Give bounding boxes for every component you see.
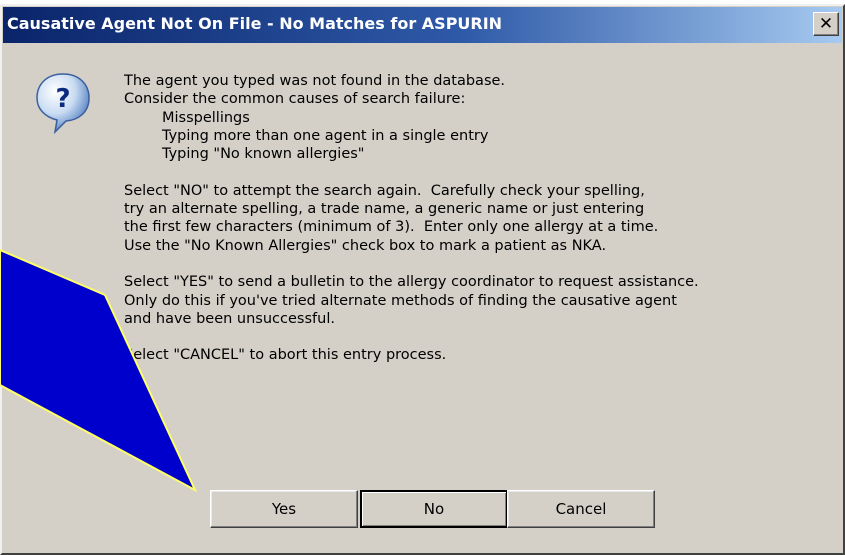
cause-item: Misspellings: [162, 109, 250, 126]
cancel-button[interactable]: Cancel: [507, 490, 655, 528]
yes-instruction-line: and have been unsuccessful.: [124, 310, 335, 327]
no-instruction-line: Use the "No Known Allergies" check box t…: [124, 237, 607, 254]
close-button[interactable]: ✕: [813, 12, 839, 36]
yes-button[interactable]: Yes: [210, 490, 358, 528]
yes-instruction-line: Only do this if you've tried alternate m…: [124, 292, 677, 309]
message-line: Consider the common causes of search fai…: [124, 91, 466, 108]
no-instruction-line: try an alternate spelling, a trade name,…: [124, 201, 645, 218]
close-icon: ✕: [818, 13, 834, 34]
dialog-message: The agent you typed was not found in the…: [124, 72, 839, 365]
message-line: The agent you typed was not found in the…: [124, 73, 506, 89]
question-icon: ?: [36, 73, 90, 134]
cause-item: Typing "No known allergies": [162, 146, 365, 163]
message-dialog: Causative Agent Not On File - No Matches…: [0, 4, 845, 555]
no-button[interactable]: No: [360, 490, 508, 528]
no-instruction-line: Select "NO" to attempt the search again.…: [124, 182, 645, 199]
no-instruction-line: the first few characters (minimum of 3).…: [124, 219, 659, 236]
yes-instruction-line: Select "YES" to send a bulletin to the a…: [124, 274, 699, 291]
cause-item: Typing more than one agent in a single e…: [162, 127, 489, 144]
svg-text:?: ?: [55, 84, 70, 114]
cancel-instruction-line: Select "CANCEL" to abort this entry proc…: [124, 347, 447, 364]
dialog-titlebar[interactable]: Causative Agent Not On File - No Matches…: [3, 7, 842, 43]
dialog-title: Causative Agent Not On File - No Matches…: [7, 14, 503, 33]
